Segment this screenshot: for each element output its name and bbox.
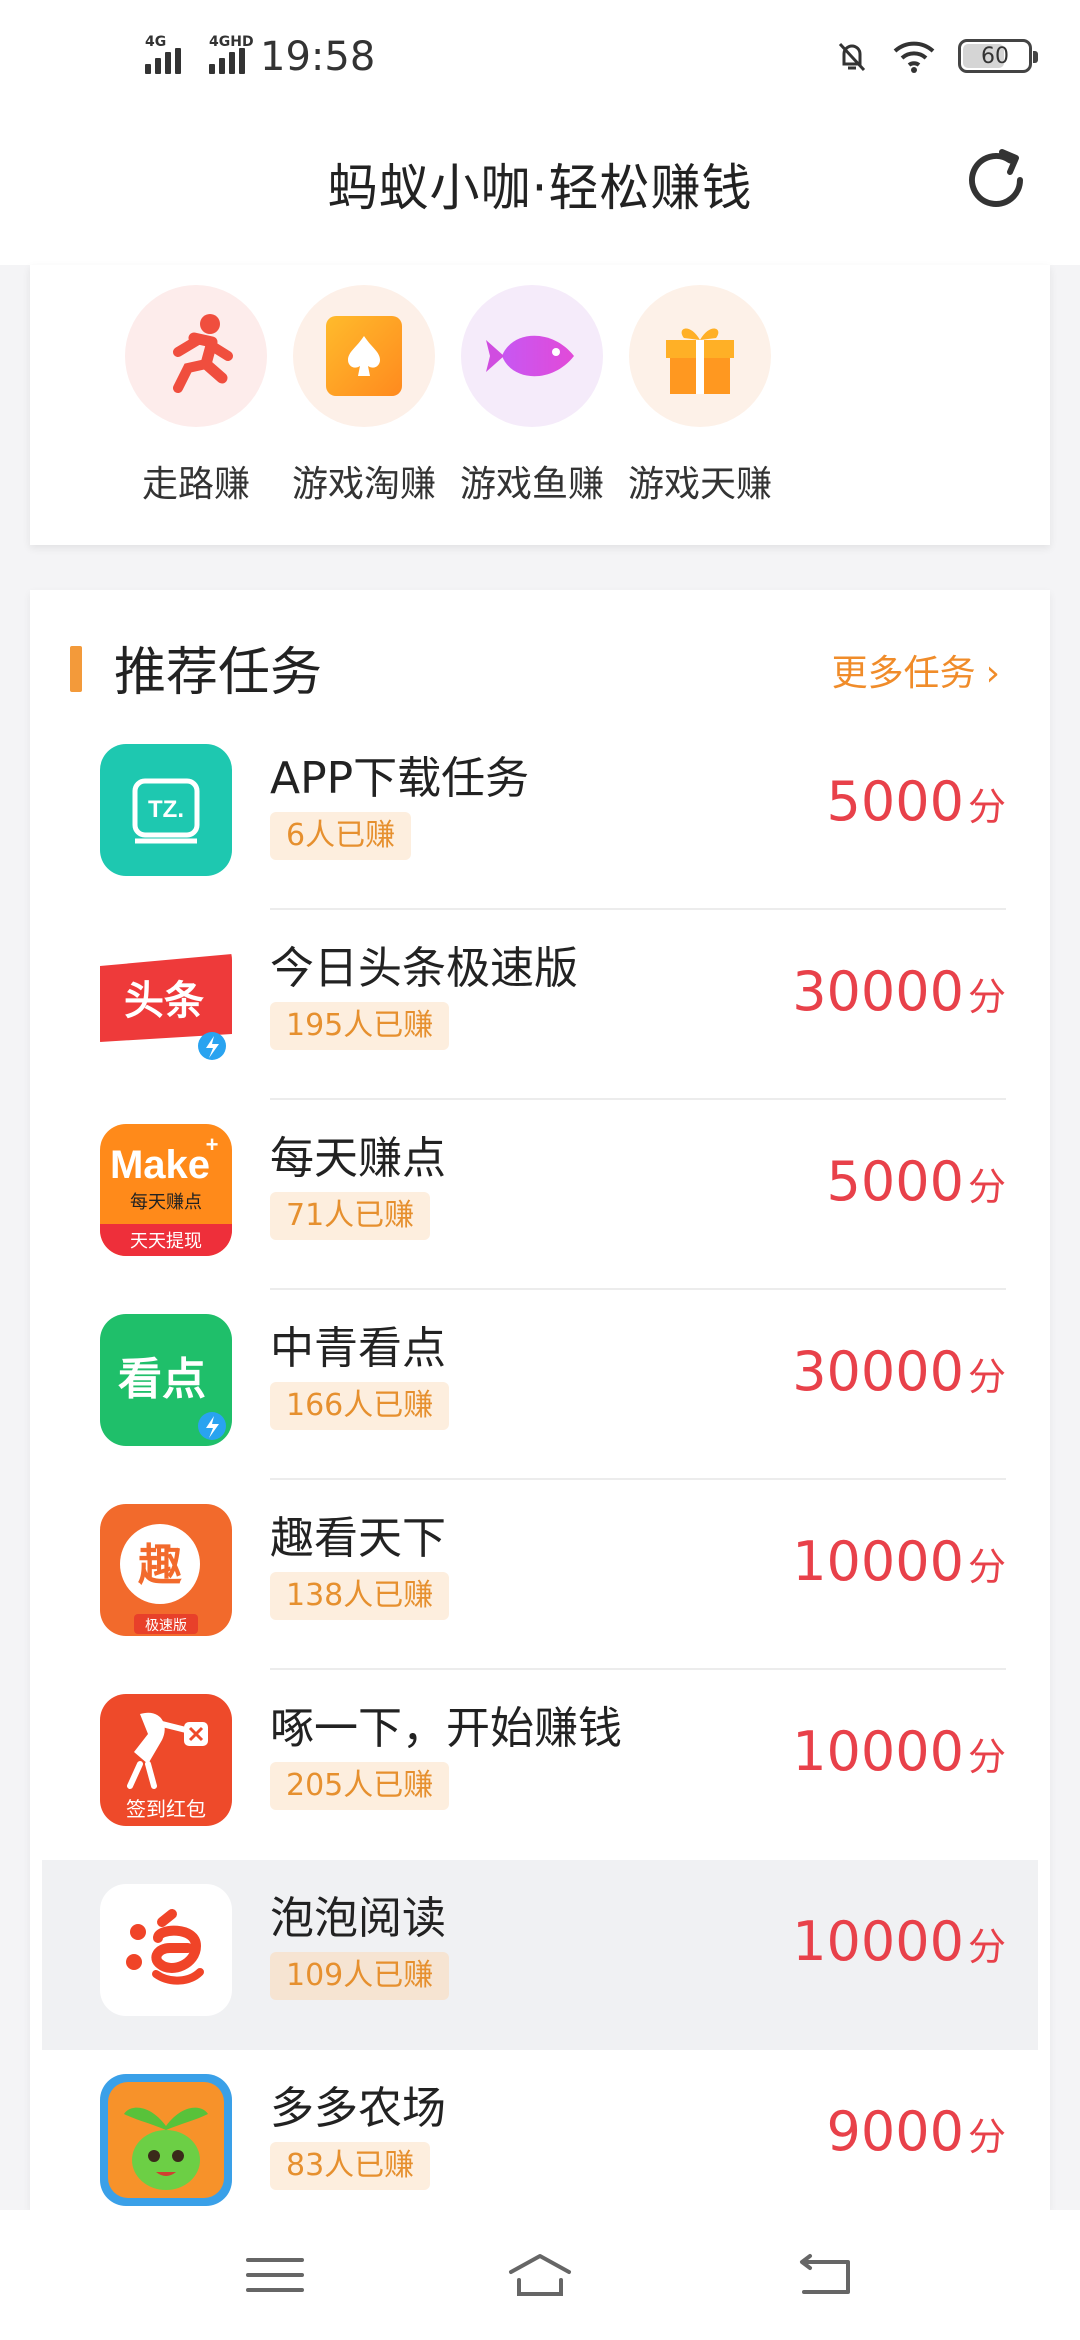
task-points: 5000 分 [827, 1150, 1006, 1213]
points-unit: 分 [967, 2115, 1006, 2159]
task-row[interactable]: 看点 中青看点 166人已赚 30000 分 [30, 1290, 1050, 1480]
signal-indicators: 4G 4GHD [145, 34, 259, 74]
points-value: 30000 [792, 960, 964, 1023]
points-unit: 分 [967, 1355, 1006, 1399]
points-value: 10000 [792, 1720, 964, 1783]
chevron-right-icon: › [985, 653, 1000, 694]
task-row[interactable]: 签到红包 啄一下，开始赚钱 205人已赚 10000 分 [30, 1670, 1050, 1860]
earned-count-badge: 205人已赚 [270, 1762, 450, 1810]
points-unit: 分 [967, 975, 1006, 1019]
points-unit: 分 [967, 1925, 1006, 1969]
task-row[interactable]: 泡泡阅读 109人已赚 10000 分 [42, 1860, 1038, 2050]
status-bar: 4G 4GHD 19:58 60 [0, 0, 1080, 120]
task-name: 啄一下，开始赚钱 [270, 1703, 622, 1754]
home-icon[interactable] [505, 2250, 575, 2300]
category-icon-bg [461, 285, 603, 427]
qu-band-text: 极速版 [145, 1618, 187, 1634]
battery-level: 60 [981, 43, 1009, 69]
tz-text: TZ. [148, 796, 184, 823]
task-row[interactable]: 趣 极速版 趣看天下 138人已赚 10000 分 [30, 1480, 1050, 1670]
app-bar: 蚂蚁小咖·轻松赚钱 [0, 120, 1080, 265]
task-name: 中青看点 [270, 1323, 446, 1374]
farm-sprout-icon [100, 2074, 232, 2206]
points-unit: 分 [967, 1165, 1006, 1209]
category-icon-bg [293, 285, 435, 427]
make-app-icon: Make + 每天赚点 天天提现 [100, 1124, 232, 1256]
task-row[interactable]: 头条 今日头条极速版 195人已赚 30000 分 [30, 910, 1050, 1100]
task-points: 10000 分 [792, 1530, 1006, 1593]
task-points: 30000 分 [792, 1340, 1006, 1403]
points-unit: 分 [967, 1545, 1006, 1589]
woodpecker-band-text: 签到红包 [126, 1797, 206, 1821]
task-points: 9000 分 [827, 2100, 1006, 2163]
clock: 19:58 [260, 34, 376, 80]
make-band-text: 天天提现 [130, 1231, 202, 1252]
woodpecker-icon: 签到红包 [100, 1694, 232, 1826]
kandian-icon: 看点 [100, 1314, 232, 1446]
category-icon-bg [125, 285, 267, 427]
qu-text: 趣 [138, 1540, 182, 1591]
points-value: 10000 [792, 1910, 964, 1973]
plus-icon: + [206, 1132, 219, 1157]
tz-app-icon: TZ. [100, 744, 232, 876]
points-unit: 分 [967, 1735, 1006, 1779]
refresh-icon[interactable] [958, 142, 1034, 218]
wifi-icon [893, 41, 935, 73]
task-name: 泡泡阅读 [270, 1893, 446, 1944]
task-row[interactable]: Make + 每天赚点 天天提现 每天赚点 71人已赚 5000 分 [30, 1100, 1050, 1290]
menu-icon[interactable] [240, 2250, 310, 2300]
task-name: 多多农场 [270, 2083, 446, 2134]
earned-count-badge: 109人已赚 [270, 1952, 450, 2000]
earned-count-badge: 6人已赚 [270, 812, 412, 860]
toutiao-icon: 头条 [100, 934, 232, 1066]
signal-icon: 4GHD [209, 34, 259, 74]
mute-bell-icon [838, 42, 866, 72]
task-name: 趣看天下 [270, 1513, 446, 1564]
task-points: 30000 分 [792, 960, 1006, 1023]
earned-count-badge: 166人已赚 [270, 1382, 450, 1430]
task-row[interactable]: 多多农场 83人已赚 9000 分 [30, 2050, 1050, 2210]
battery-icon: 60 [958, 39, 1038, 73]
category-label: 游戏天赚 [627, 464, 772, 505]
earned-count-badge: 195人已赚 [270, 1002, 450, 1050]
more-tasks-label: 更多任务 [831, 653, 976, 694]
section-title: 推荐任务 [114, 643, 323, 703]
task-row[interactable]: TZ. APP下载任务 6人已赚 5000 分 [30, 720, 1050, 910]
earned-count-badge: 83人已赚 [270, 2142, 431, 2190]
category-game-tian[interactable]: 游戏天赚 [590, 285, 810, 507]
task-name: 今日头条极速版 [270, 943, 578, 994]
fish-icon [486, 335, 574, 377]
category-icon-bg [629, 285, 771, 427]
points-value: 5000 [826, 770, 964, 833]
task-name: 每天赚点 [270, 1133, 446, 1184]
spade-card-icon [326, 316, 402, 396]
points-value: 5000 [826, 1150, 964, 1213]
gift-icon [666, 328, 734, 394]
task-points: 10000 分 [792, 1910, 1006, 1973]
points-value: 9000 [826, 2100, 964, 2163]
page-title: 蚂蚁小咖·轻松赚钱 [327, 159, 753, 217]
task-points: 10000 分 [792, 1720, 1006, 1783]
kandian-text: 看点 [118, 1354, 206, 1405]
running-person-icon [173, 314, 233, 393]
system-nav-bar [0, 2210, 1080, 2340]
points-value: 30000 [792, 1340, 964, 1403]
toutiao-text: 头条 [124, 978, 204, 1024]
make-sub-text: 每天赚点 [130, 1192, 202, 1213]
back-icon[interactable] [790, 2250, 860, 2300]
signal-icon: 4G [145, 34, 195, 74]
section-accent-bar [70, 646, 82, 692]
category-card: 走路赚 游戏淘赚 游戏鱼赚 游戏天赚 [30, 265, 1050, 545]
more-tasks-link[interactable]: 更多任务 › [832, 644, 1000, 696]
task-points: 5000 分 [827, 770, 1006, 833]
points-unit: 分 [967, 785, 1006, 829]
points-value: 10000 [792, 1530, 964, 1593]
paopao-icon [100, 1884, 232, 2016]
earned-count-badge: 71人已赚 [270, 1192, 431, 1240]
make-text: Make [110, 1143, 210, 1187]
earned-count-badge: 138人已赚 [270, 1572, 450, 1620]
qukan-icon: 趣 极速版 [100, 1504, 232, 1636]
recommended-tasks-card: 推荐任务 更多任务 › TZ. APP下载任务 6人已赚 5000 分 头条 今日头… [30, 590, 1050, 2210]
task-name: APP下载任务 [270, 753, 530, 804]
